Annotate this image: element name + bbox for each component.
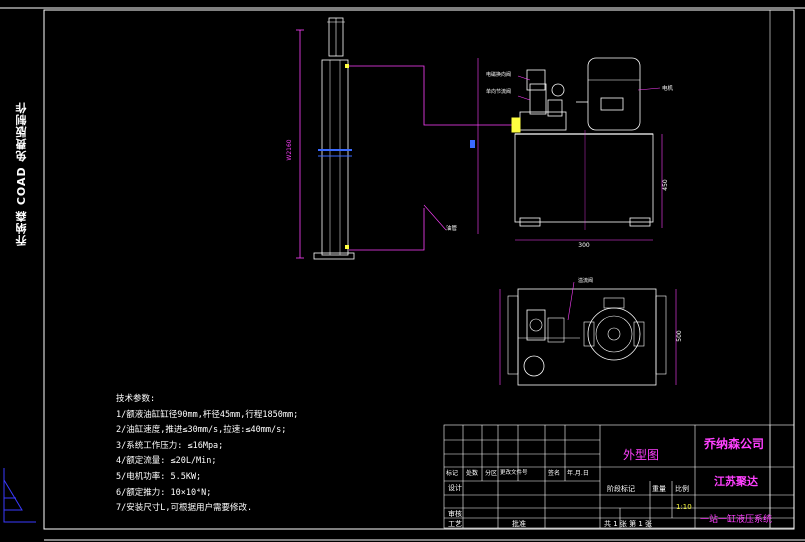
hydraulic-cylinder[interactable] <box>296 17 514 260</box>
ucs-icon <box>3 468 36 523</box>
approve-label: 批准 <box>512 520 526 528</box>
company-name: 乔纳森公司 <box>704 437 765 451</box>
callout-top1: 电磁换向阀 <box>486 71 511 78</box>
spec-line-1: 1/额液油缸缸径90mm,杆径45mm,行程1850mm; <box>116 409 299 420</box>
tank-height-dim: 450 <box>662 179 669 191</box>
power-unit-plan[interactable] <box>499 281 677 386</box>
callout-plan: 溢流阀 <box>578 277 593 284</box>
hdr-mark: 标记 <box>446 470 459 477</box>
city-name: 江苏聚达 <box>714 475 758 488</box>
specs-title: 技术参数: <box>116 394 156 404</box>
pipe-callout: 油管 <box>446 224 458 232</box>
spec-line-4: 4/额定流量: ≤20L/Min; <box>116 456 217 467</box>
spec-line-3: 3/系统工作压力: ≤16Mpa; <box>116 440 224 451</box>
drawing-name: 外型图 <box>623 448 660 462</box>
hdr-change-doc: 更改文件号 <box>500 470 528 476</box>
side-watermark-text: 乔纳森 COAD 免费版制作 <box>15 101 28 246</box>
design-label: 设计 <box>448 484 462 492</box>
review-label: 审核 <box>448 510 462 518</box>
hdr-sign: 签名 <box>548 470 561 477</box>
plan-width-dim: 500 <box>676 330 683 342</box>
stage-label: 阶段标记 <box>607 485 635 493</box>
spec-line-2: 2/油缸速度,推进≤30mm/s,拉速:≤40mm/s; <box>116 425 287 436</box>
power-unit-elevation[interactable] <box>470 57 663 241</box>
cylinder-length-dim: W2160 <box>286 139 293 160</box>
callout-leader-motor <box>637 87 661 91</box>
tank-width-dim: 300 <box>578 242 590 249</box>
product-name: 一站一缸液压系统 <box>700 515 773 525</box>
technical-specs: 技术参数: 1/额液油缸缸径90mm,杆径45mm,行程1850mm; 2/油缸… <box>116 392 298 517</box>
scale-value: 1:10 <box>676 503 692 511</box>
spec-line-6: 6/额定推力: 10×10⁴N; <box>116 487 212 498</box>
weight-label: 重量 <box>652 485 666 493</box>
scale-label: 比例 <box>675 485 689 493</box>
pipe-leader <box>423 204 447 231</box>
sheet-info: 共 1 张 第 1 张 <box>604 520 653 528</box>
hdr-date: 年.月.日 <box>567 470 589 477</box>
callout-leader-2 <box>517 95 531 101</box>
callout-top2: 单向节流阀 <box>486 88 511 95</box>
spec-line-7: 7/安装尺寸L,可根据用户需要修改. <box>116 503 253 514</box>
spec-line-5: 5/电机功率: 5.5KW; <box>116 471 202 482</box>
hdr-count: 处数 <box>466 470 479 477</box>
callout-motor: 电机 <box>662 84 674 92</box>
callout-leader-1 <box>517 75 531 81</box>
hdr-zone: 分区 <box>485 470 498 477</box>
process-label: 工艺 <box>448 520 462 528</box>
